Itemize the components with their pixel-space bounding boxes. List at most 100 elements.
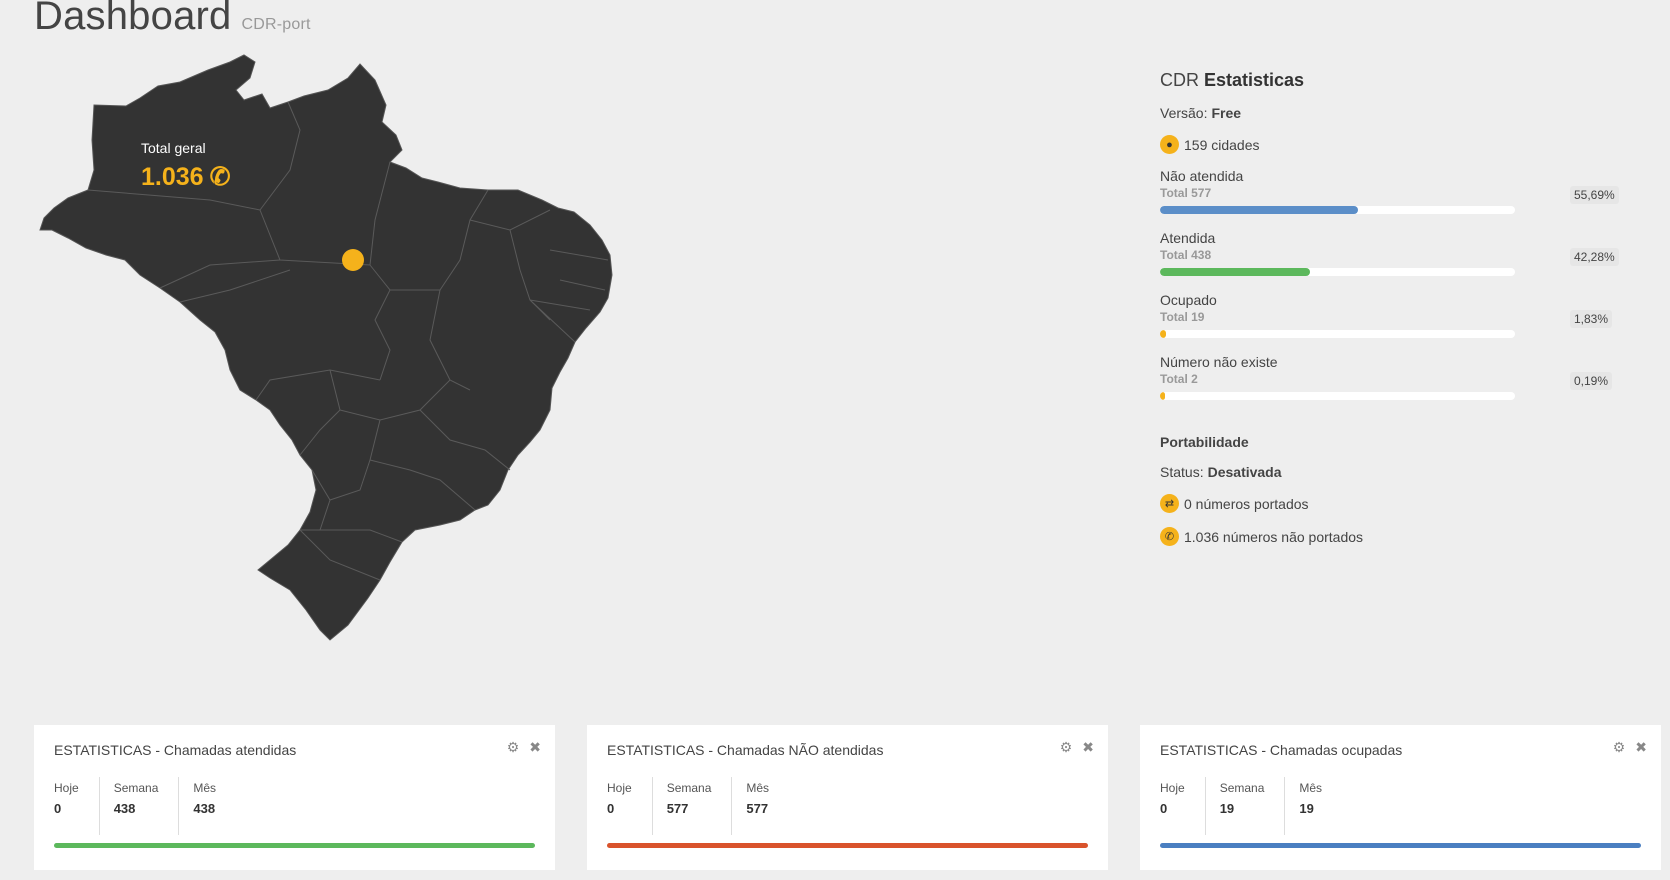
card-stats: Hoje 0 Semana 577 Mês 577 <box>607 777 803 835</box>
status-value: Desativada <box>1207 464 1282 480</box>
ported-count: 0 números portados <box>1184 495 1309 512</box>
stat-value: 577 <box>746 801 769 816</box>
phone-icon: ✆ <box>1160 527 1179 546</box>
gear-icon[interactable]: ⚙ <box>1613 739 1626 755</box>
stat-value: 19 <box>1299 801 1314 816</box>
stat-label: Mês <box>193 781 217 795</box>
stat-hoje: Hoje 0 <box>1160 777 1206 835</box>
metric-percent: 55,69% <box>1570 186 1619 204</box>
stats-title: CDR Estatisticas <box>1160 70 1620 91</box>
close-icon[interactable]: ✖ <box>1635 739 1647 755</box>
stat-label: Semana <box>1219 781 1265 795</box>
stats-title-light: CDR <box>1160 70 1204 90</box>
stat-value: 0 <box>1160 801 1168 816</box>
stat-label: Mês <box>1299 781 1323 795</box>
card-title: ESTATISTICAS - Chamadas atendidas <box>54 742 297 758</box>
stat-label: Hoje <box>607 781 632 795</box>
stat-label: Semana <box>113 781 159 795</box>
portability-title: Portabilidade <box>1160 434 1249 450</box>
stat-label: Mês <box>746 781 770 795</box>
stat-mes: Mês 438 <box>193 777 236 835</box>
stat-value: 0 <box>607 801 615 816</box>
card-color-bar <box>607 843 1088 848</box>
metric-percent: 42,28% <box>1570 248 1619 266</box>
gear-icon[interactable]: ⚙ <box>1060 739 1073 755</box>
page-title-text: Dashboard <box>34 0 232 38</box>
version-label: Versão: <box>1160 105 1208 121</box>
stat-mes: Mês 577 <box>746 777 789 835</box>
card-color-bar <box>1160 843 1641 848</box>
metric-name: Atendida <box>1160 230 1216 246</box>
phone-icon: ✆ <box>209 163 231 191</box>
stat-semana: Semana 19 <box>1220 777 1286 835</box>
total-geral-label: Total geral <box>141 140 206 156</box>
version-value: Free <box>1211 105 1242 121</box>
progress-bar <box>1160 206 1515 214</box>
stat-mes: Mês 19 <box>1299 777 1342 835</box>
metric-percent: 0,19% <box>1570 372 1613 390</box>
stat-value: 438 <box>113 801 136 816</box>
card-color-bar <box>54 843 535 848</box>
ported-line: ⇄ 0 números portados <box>1160 494 1620 513</box>
progress-fill <box>1160 330 1167 338</box>
card-stats: Hoje 0 Semana 438 Mês 438 <box>54 777 250 835</box>
stats-title-bold: Estatisticas <box>1204 70 1305 90</box>
metrics-list: Não atendida Total 577 55,69% Atendida T… <box>1160 168 1620 402</box>
stat-label: Hoje <box>54 781 79 795</box>
total-geral-number: 1.036 <box>141 163 204 191</box>
stat-hoje: Hoje 0 <box>54 777 100 835</box>
metric-total: Total 438 <box>1160 248 1212 262</box>
metric-name: Ocupado <box>1160 292 1217 308</box>
close-icon[interactable]: ✖ <box>529 739 541 755</box>
gear-icon[interactable]: ⚙ <box>507 739 520 755</box>
brazil-map <box>30 50 650 690</box>
metric-total: Total 19 <box>1160 310 1205 324</box>
map-pin-icon: ● <box>1160 135 1179 154</box>
card-chamadas-ocupadas: ESTATISTICAS - Chamadas ocupadas ⚙ ✖ Hoje… <box>1140 725 1661 870</box>
card-title: ESTATISTICAS - Chamadas NÃO atendidas <box>607 742 884 758</box>
progress-fill <box>1160 268 1311 276</box>
metric-total: Total 2 <box>1160 372 1198 386</box>
not-ported-count: 1.036 números não portados <box>1184 528 1364 545</box>
metric-nao-atendida: Não atendida Total 577 55,69% <box>1160 168 1620 216</box>
cities-line: ● 159 cidades <box>1160 135 1620 154</box>
stat-semana: Semana 438 <box>114 777 180 835</box>
stat-hoje: Hoje 0 <box>607 777 653 835</box>
stat-value: 577 <box>666 801 689 816</box>
not-ported-line: ✆ 1.036 números não portados <box>1160 527 1620 546</box>
cities-count: 159 cidades <box>1184 136 1260 153</box>
close-icon[interactable]: ✖ <box>1082 739 1094 755</box>
metric-atendida: Atendida Total 438 42,28% <box>1160 230 1620 278</box>
metric-numero-nao-existe: Número não existe Total 2 0,19% <box>1160 354 1620 402</box>
stat-semana: Semana 577 <box>667 777 733 835</box>
card-chamadas-atendidas: ESTATISTICAS - Chamadas atendidas ⚙ ✖ Hoj… <box>34 725 555 870</box>
map-marker[interactable] <box>342 249 364 271</box>
page-subtitle: CDR-port <box>241 16 311 33</box>
metric-percent: 1,83% <box>1570 310 1613 328</box>
card-tools: ⚙ ✖ <box>497 739 541 756</box>
brazil-outline <box>39 54 613 641</box>
metric-ocupado: Ocupado Total 19 1,83% <box>1160 292 1620 340</box>
page-title: Dashboard CDR-port <box>34 0 311 39</box>
stat-value: 438 <box>193 801 216 816</box>
metric-name: Não atendida <box>1160 168 1244 184</box>
brazil-map-svg <box>39 54 613 641</box>
card-stats: Hoje 0 Semana 19 Mês 19 <box>1160 777 1356 835</box>
metric-name: Número não existe <box>1160 354 1278 370</box>
stat-value: 19 <box>1219 801 1235 816</box>
card-tools: ⚙ ✖ <box>1050 739 1094 756</box>
cdr-stats-panel: CDR Estatisticas Versão: Free ● 159 cidad… <box>1160 70 1620 546</box>
card-title: ESTATISTICAS - Chamadas ocupadas <box>1160 742 1403 758</box>
stat-label: Hoje <box>1160 781 1185 795</box>
card-chamadas-nao-atendidas: ESTATISTICAS - Chamadas NÃO atendidas ⚙ ✖… <box>587 725 1108 870</box>
total-geral-value: 1.036 ✆ <box>141 162 231 192</box>
stat-value: 0 <box>54 801 62 816</box>
progress-fill <box>1160 392 1166 400</box>
progress-bar <box>1160 392 1515 400</box>
status-line: Status: Desativada <box>1160 464 1620 480</box>
progress-bar <box>1160 268 1515 276</box>
progress-fill <box>1160 206 1358 214</box>
metric-total: Total 577 <box>1160 186 1212 200</box>
status-label: Status: <box>1160 464 1204 480</box>
stat-label: Semana <box>666 781 712 795</box>
